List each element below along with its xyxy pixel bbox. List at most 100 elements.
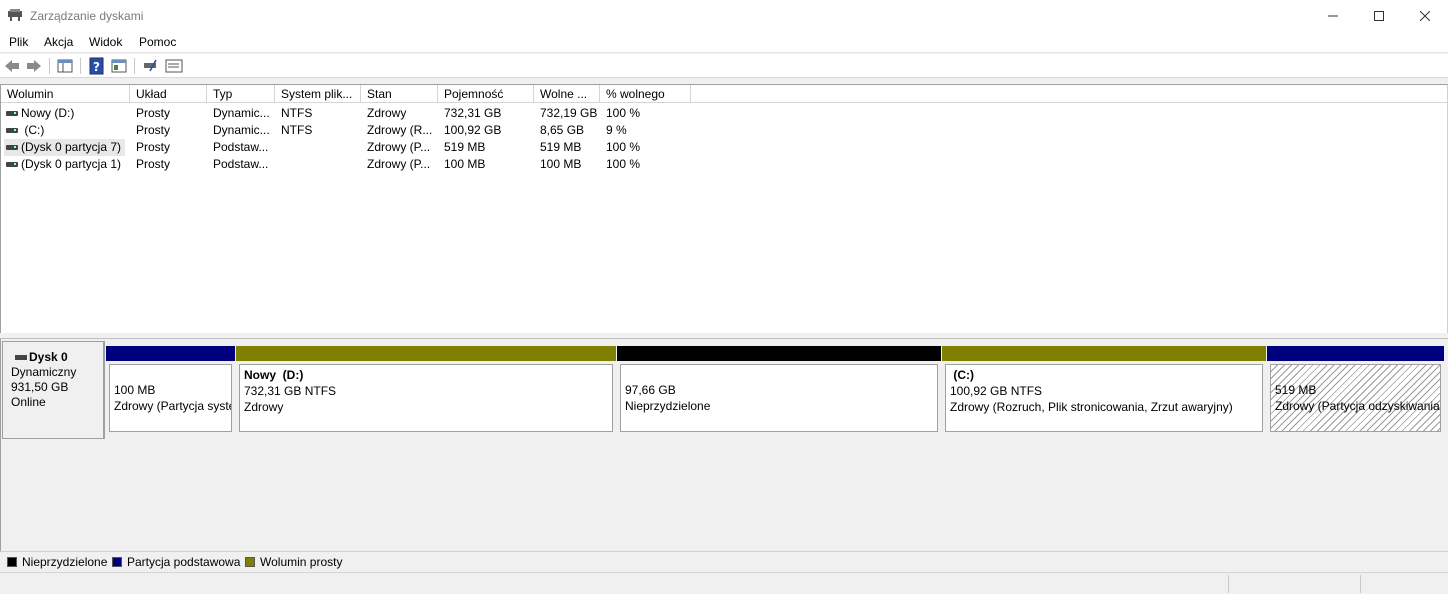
- partition-color-bar: [236, 346, 616, 361]
- column-header-uklad[interactable]: Układ: [130, 85, 207, 103]
- forward-arrow-icon[interactable]: [25, 57, 43, 75]
- volume-name: (Dysk 0 partycja 7): [21, 140, 122, 154]
- partition-name: Nowy (D:): [244, 368, 304, 382]
- volume-status: Zdrowy: [367, 106, 407, 120]
- partition-status: Zdrowy (Rozruch, Plik stronicowania, Zrz…: [950, 400, 1233, 414]
- partition-size: 519 MB: [1275, 383, 1317, 397]
- volume-fs: [275, 156, 361, 173]
- partition-c[interactable]: (C:) 100,92 GB NTFS Zdrowy (Rozruch, Pli…: [942, 346, 1266, 434]
- toolbar: ?: [0, 54, 1448, 78]
- menu-bar: Plik Akcja Widok Pomoc: [0, 31, 1448, 53]
- minimize-icon: [1328, 15, 1338, 16]
- legend: Nieprzydzielone Partycja podstawowa Wolu…: [0, 551, 1448, 571]
- volume-capacity: 732,31 GB: [444, 106, 502, 120]
- menu-widok[interactable]: Widok: [89, 35, 122, 49]
- volume-type: Podstaw...: [213, 157, 269, 171]
- disk-management-icon: [8, 9, 22, 21]
- volume-free: 519 MB: [540, 140, 582, 154]
- title-bar: Zarządzanie dyskami: [0, 0, 1448, 31]
- volume-status: Zdrowy (P...: [367, 157, 431, 171]
- table-row[interactable]: Nowy (D:) Prosty Dynamic... NTFS Zdrowy …: [1, 105, 1447, 122]
- partition-size: 97,66 GB: [625, 383, 676, 397]
- menu-akcja[interactable]: Akcja: [44, 35, 73, 49]
- back-arrow-icon[interactable]: [3, 57, 21, 75]
- volume-fs: NTFS: [281, 106, 313, 120]
- legend-swatch-simple: [245, 557, 255, 567]
- status-bar: [0, 572, 1448, 594]
- disk-connect-icon[interactable]: [142, 57, 160, 75]
- volume-free: 8,65 GB: [540, 123, 585, 137]
- partition-color-bar: [1267, 346, 1444, 361]
- volume-type: Dynamic...: [213, 123, 270, 137]
- volume-status: Zdrowy (R...: [367, 123, 433, 137]
- maximize-button[interactable]: [1356, 0, 1402, 31]
- volume-free-pct: 100 %: [606, 106, 641, 120]
- volume-list: Wolumin Układ Typ System plik... Stan Po…: [0, 84, 1448, 333]
- disk-size: 931,50 GB: [11, 380, 69, 394]
- partition-recovery[interactable]: 519 MB Zdrowy (Partycja odzyskiwania): [1267, 346, 1444, 434]
- close-button[interactable]: [1402, 0, 1448, 31]
- partition-status: Nieprzydzielone: [625, 399, 711, 413]
- volume-free: 100 MB: [540, 157, 582, 171]
- volume-name: (C:): [21, 123, 45, 137]
- disk-state: Online: [11, 395, 46, 409]
- volume-layout: Prosty: [136, 157, 171, 171]
- volume-free-pct: 100 %: [606, 140, 641, 154]
- column-header-pojemnosc[interactable]: Pojemność: [438, 85, 534, 103]
- table-row[interactable]: (C:) Prosty Dynamic... NTFS Zdrowy (R...…: [1, 122, 1447, 139]
- volume-capacity: 519 MB: [444, 140, 486, 154]
- column-header-procent-wolnego[interactable]: % wolnego: [600, 85, 691, 103]
- properties-icon[interactable]: [110, 57, 128, 75]
- legend-swatch-primary: [112, 557, 122, 567]
- volume-name: Nowy (D:): [21, 106, 75, 120]
- maximize-icon: [1374, 10, 1384, 21]
- partition-size: 732,31 GB NTFS: [244, 384, 337, 398]
- volume-layout: Prosty: [136, 140, 171, 154]
- partition-status: Zdrowy (Partycja systemowa EFI): [114, 399, 231, 413]
- volume-layout: Prosty: [136, 106, 171, 120]
- partition-d[interactable]: Nowy (D:) 732,31 GB NTFS Zdrowy: [236, 346, 616, 434]
- console-tree-icon[interactable]: [56, 57, 74, 75]
- volume-type: Dynamic...: [213, 106, 270, 120]
- partition-body: 100 MB Zdrowy (Partycja systemowa EFI): [109, 364, 232, 432]
- partition-color-bar: [617, 346, 941, 361]
- table-row[interactable]: (Dysk 0 partycja 1) Prosty Podstaw... Zd…: [1, 156, 1447, 173]
- partition-name: (C:): [950, 368, 974, 382]
- column-header-typ[interactable]: Typ: [207, 85, 275, 103]
- volume-layout: Prosty: [136, 123, 171, 137]
- menu-pomoc[interactable]: Pomoc: [139, 35, 176, 49]
- disk-name: Dysk 0: [11, 350, 103, 365]
- volume-type: Podstaw...: [213, 140, 269, 154]
- column-header-stan[interactable]: Stan: [361, 85, 438, 103]
- volume-name: (Dysk 0 partycja 1): [21, 157, 122, 171]
- volume-capacity: 100 MB: [444, 157, 486, 171]
- close-icon: [1420, 10, 1430, 21]
- partition-unallocated[interactable]: 97,66 GB Nieprzydzielone: [617, 346, 941, 434]
- volume-fs: NTFS: [281, 123, 313, 137]
- svg-text:?: ?: [93, 60, 100, 74]
- disk-0-label[interactable]: Dysk 0 Dynamiczny 931,50 GB Online: [2, 341, 105, 439]
- column-header-wolumin[interactable]: Wolumin: [1, 85, 130, 103]
- window-title: Zarządzanie dyskami: [30, 9, 144, 23]
- partition-body: Nowy (D:) 732,31 GB NTFS Zdrowy: [239, 364, 613, 432]
- partition-status: Zdrowy (Partycja odzyskiwania): [1275, 399, 1441, 413]
- disk-graph-pane: Dysk 0 Dynamiczny 931,50 GB Online 100 M…: [0, 339, 1448, 551]
- column-header-system-plikow[interactable]: System plik...: [275, 85, 361, 103]
- volume-capacity: 100,92 GB: [444, 123, 502, 137]
- partition-size: 100 MB: [114, 383, 156, 397]
- partition-status: Zdrowy: [244, 400, 284, 414]
- partition-color-bar: [106, 346, 235, 361]
- volume-fs: [275, 139, 361, 156]
- volume-list-icon[interactable]: [165, 57, 183, 75]
- legend-label-unallocated: Nieprzydzielone: [22, 555, 108, 569]
- partition-body: (C:) 100,92 GB NTFS Zdrowy (Rozruch, Pli…: [945, 364, 1263, 432]
- volume-status: Zdrowy (P...: [367, 140, 431, 154]
- partition-body: 519 MB Zdrowy (Partycja odzyskiwania): [1270, 364, 1441, 432]
- partition-efi[interactable]: 100 MB Zdrowy (Partycja systemowa EFI): [106, 346, 235, 434]
- help-icon[interactable]: ?: [88, 57, 106, 75]
- legend-swatch-unallocated: [7, 557, 17, 567]
- menu-plik[interactable]: Plik: [9, 35, 28, 49]
- minimize-button[interactable]: [1310, 0, 1356, 31]
- column-header-wolne[interactable]: Wolne ...: [534, 85, 600, 103]
- table-row[interactable]: (Dysk 0 partycja 7) Prosty Podstaw... Zd…: [1, 139, 1447, 156]
